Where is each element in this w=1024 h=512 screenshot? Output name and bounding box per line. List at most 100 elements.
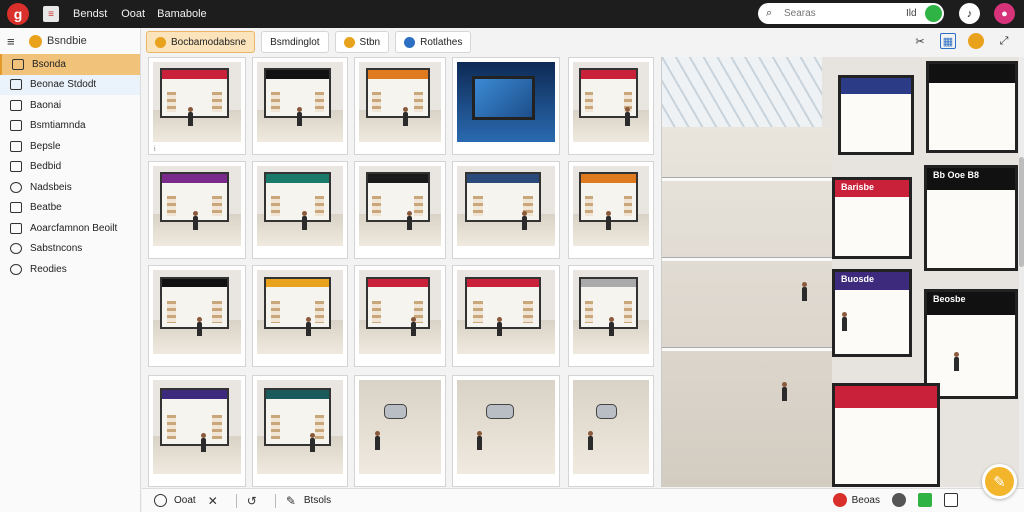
top-bar: g ≡ Bendst Ooat Bamabole ⌕ Ild ♪ ● bbox=[0, 0, 1024, 28]
scrollbar[interactable] bbox=[1019, 57, 1024, 487]
gallery-thumbnail[interactable] bbox=[252, 161, 348, 259]
app-logo[interactable]: g bbox=[7, 3, 29, 25]
gallery-thumbnail[interactable] bbox=[252, 265, 348, 367]
shelf bbox=[270, 301, 280, 323]
bell-icon[interactable]: ● bbox=[994, 3, 1015, 24]
hamburger-icon[interactable]: ≡ bbox=[7, 34, 23, 49]
menu-item-ooat[interactable]: Ooat bbox=[121, 8, 145, 20]
menu-item-bendst[interactable]: Bendst bbox=[73, 8, 107, 20]
sidebar-item[interactable]: Aoarcfamnon Beoilt bbox=[0, 218, 140, 239]
gallery-thumbnail[interactable] bbox=[452, 375, 560, 487]
brush-icon[interactable]: ✎ bbox=[286, 494, 296, 508]
gallery-thumbnail[interactable] bbox=[452, 57, 560, 155]
tab-label: Rotlathes bbox=[420, 36, 463, 48]
shopper bbox=[782, 382, 787, 401]
settings-icon[interactable] bbox=[968, 33, 984, 49]
scrollbar-thumb[interactable] bbox=[1019, 157, 1024, 267]
thumbnail-caption: i bbox=[154, 146, 156, 153]
gallery-thumbnail[interactable] bbox=[354, 265, 446, 367]
shopper bbox=[588, 431, 594, 451]
store-sign bbox=[162, 70, 227, 79]
fullscreen-icon[interactable]: ⤢ bbox=[996, 33, 1012, 49]
tab-icon bbox=[404, 36, 416, 48]
shopper bbox=[407, 210, 413, 230]
shopper bbox=[201, 433, 207, 453]
export-icon[interactable] bbox=[918, 493, 932, 507]
search-shortcut: Ild bbox=[906, 8, 917, 19]
store-sign: Bb Ooe B8 bbox=[933, 170, 980, 180]
tab[interactable]: Stbn bbox=[334, 31, 390, 53]
info-icon[interactable] bbox=[154, 494, 167, 507]
search-input[interactable] bbox=[784, 8, 904, 19]
store-front: Barisbe bbox=[832, 177, 912, 259]
sidebar-item[interactable]: Nadsbeis bbox=[0, 177, 140, 198]
floor-level-3 bbox=[662, 347, 832, 351]
thumbnail-image bbox=[257, 62, 343, 142]
sidebar-item[interactable]: Beonae Stdodt bbox=[0, 74, 140, 95]
tab-bar: Bocbamodabsne Bsmdinglot Stbn Rotlathes ✂ ▦… bbox=[146, 30, 1020, 54]
search-box[interactable]: ⌕ Ild bbox=[758, 3, 944, 24]
sidebar-item[interactable]: Bepsle bbox=[0, 136, 140, 157]
shelf bbox=[167, 301, 177, 323]
sidebar-item[interactable]: Bsmtiamnda bbox=[0, 116, 140, 137]
sidebar-item[interactable]: Sabstncons bbox=[0, 239, 140, 260]
sidebar-item[interactable]: Beatbe bbox=[0, 198, 140, 219]
gallery-thumbnail[interactable] bbox=[354, 375, 446, 487]
mall-floor bbox=[457, 380, 555, 474]
mall-floor bbox=[573, 380, 649, 474]
chat-fab-button[interactable]: ✎ bbox=[982, 464, 1017, 499]
shelf bbox=[472, 301, 483, 323]
shelf bbox=[212, 301, 222, 323]
thumbnail-image bbox=[153, 62, 241, 142]
gallery-thumbnail[interactable] bbox=[148, 161, 246, 259]
menu-item-bamabole[interactable]: Bamabole bbox=[157, 8, 207, 20]
gallery-thumbnail[interactable] bbox=[252, 375, 348, 487]
shopper bbox=[802, 282, 807, 301]
tools-icon[interactable]: ✕ bbox=[208, 494, 218, 508]
gallery-thumbnail[interactable] bbox=[252, 57, 348, 155]
grid-view-icon[interactable]: ▦ bbox=[940, 33, 956, 49]
sidebar-item[interactable]: Baonai bbox=[0, 95, 140, 116]
store-sign bbox=[367, 278, 428, 288]
thumbnail-image bbox=[257, 380, 343, 474]
sidebar-item[interactable]: Bedbid bbox=[0, 157, 140, 178]
gallery-thumbnail[interactable] bbox=[568, 265, 654, 367]
gallery-thumbnail[interactable] bbox=[354, 57, 446, 155]
shelf bbox=[167, 415, 177, 440]
store-front bbox=[263, 387, 331, 446]
record-icon[interactable] bbox=[832, 493, 847, 507]
document-icon[interactable]: ≡ bbox=[43, 6, 59, 22]
shelf bbox=[372, 195, 381, 217]
gallery-thumbnail[interactable] bbox=[148, 375, 246, 487]
shelf bbox=[372, 91, 381, 113]
sidebar-item[interactable]: Bsonda bbox=[0, 54, 140, 75]
search-go-button[interactable] bbox=[925, 5, 942, 22]
sidebar-item[interactable]: Reodies bbox=[0, 259, 140, 280]
undo-icon[interactable]: ↺ bbox=[247, 494, 257, 508]
floor-level-1 bbox=[662, 177, 832, 181]
gallery-thumbnail[interactable]: i bbox=[148, 57, 246, 155]
tab[interactable]: Bocbamodabsne bbox=[146, 31, 256, 53]
gallery-thumbnail[interactable] bbox=[148, 265, 246, 367]
tab[interactable]: Bsmdinglot bbox=[261, 31, 329, 53]
gallery-thumbnail[interactable] bbox=[568, 375, 654, 487]
person-icon[interactable]: ♪ bbox=[959, 3, 980, 24]
layers-icon[interactable] bbox=[892, 493, 906, 507]
gallery-thumbnail[interactable] bbox=[452, 161, 560, 259]
crop-icon[interactable]: ✂ bbox=[912, 33, 928, 49]
atrium-void bbox=[662, 127, 832, 487]
gallery-thumbnail[interactable] bbox=[568, 161, 654, 259]
sidebar-item-label: Bsmtiamnda bbox=[30, 120, 86, 132]
tab[interactable]: Rotlathes bbox=[395, 31, 472, 53]
sidebar-item-label: Bsonda bbox=[32, 58, 66, 70]
sidebar-list: Bsonda Beonae Stdodt Baonai Bsmtiamnda Bepsl… bbox=[0, 54, 140, 280]
gallery-thumbnail[interactable] bbox=[354, 161, 446, 259]
gallery-thumbnail[interactable] bbox=[452, 265, 560, 367]
gallery-thumbnail[interactable] bbox=[568, 57, 654, 155]
shelf bbox=[523, 301, 534, 323]
preview-image[interactable]: Barisbe Bb Ooe B8 Buosde Beosbe bbox=[661, 57, 1019, 487]
frame-icon[interactable] bbox=[944, 493, 958, 507]
store-sign bbox=[265, 278, 329, 288]
store-front bbox=[832, 383, 940, 487]
rect-icon bbox=[10, 202, 22, 214]
